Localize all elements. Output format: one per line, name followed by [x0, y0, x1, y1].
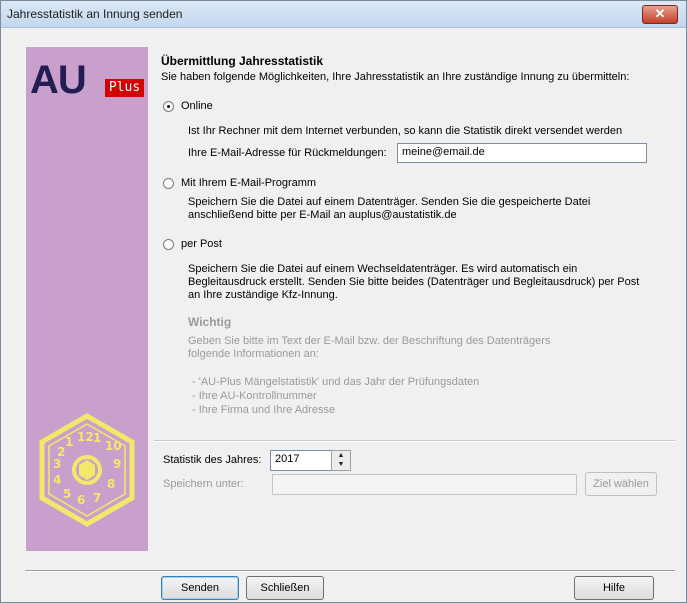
send-button[interactable]: Senden	[161, 576, 239, 600]
svg-text:7: 7	[93, 491, 101, 505]
radio-online[interactable]	[163, 101, 174, 112]
radio-post-label[interactable]: per Post	[181, 238, 222, 250]
close-window-button[interactable]: ✕	[642, 5, 678, 24]
radio-email-program-label[interactable]: Mit Ihrem E-Mail-Programm	[181, 177, 316, 189]
email-input[interactable]: meine@email.de	[397, 143, 647, 163]
svg-text:1: 1	[65, 435, 73, 449]
svg-text:8: 8	[107, 477, 115, 491]
important-item-3: - Ihre Firma und Ihre Adresse	[192, 404, 336, 416]
post-description-2: Begleitausdruck erstellt. Senden Sie bit…	[188, 276, 640, 288]
save-path-input[interactable]	[272, 474, 577, 495]
svg-text:5: 5	[63, 487, 71, 501]
radio-email-program[interactable]	[163, 178, 174, 189]
svg-text:6: 6	[77, 493, 85, 507]
svg-text:12: 12	[77, 430, 94, 444]
year-input[interactable]: 2017	[270, 450, 332, 471]
important-item-1: - 'AU-Plus Mängelstatistik' und das Jahr…	[192, 376, 480, 388]
important-line-2: folgende Informationen an:	[188, 348, 319, 360]
logo-au-text: AU	[30, 58, 87, 102]
logo-plus-badge: Plus	[105, 79, 144, 97]
divider	[154, 440, 675, 442]
svg-text:4: 4	[53, 473, 61, 487]
radio-post[interactable]	[163, 239, 174, 250]
year-label: Statistik des Jahres:	[163, 454, 262, 466]
post-description-3: an Ihre zuständige Kfz-Innung.	[188, 289, 338, 301]
svg-text:9: 9	[113, 457, 121, 471]
dialog-window: Jahresstatistik an Innung senden ✕ AU Pl…	[0, 0, 687, 603]
year-spinner[interactable]: ▲ ▼	[331, 450, 351, 471]
footer-divider	[25, 570, 675, 572]
radio-online-label[interactable]: Online	[181, 100, 213, 112]
help-button[interactable]: Hilfe	[574, 576, 654, 600]
email-program-description-1: Speichern Sie die Datei auf einem Datent…	[188, 196, 591, 208]
post-description-1: Speichern Sie die Datei auf einem Wechse…	[188, 263, 578, 275]
online-description: Ist Ihr Rechner mit dem Internet verbund…	[188, 125, 623, 137]
close-button[interactable]: Schließen	[246, 576, 324, 600]
svg-text:1: 1	[93, 431, 101, 445]
spin-up-icon[interactable]: ▲	[332, 451, 350, 460]
svg-text:3: 3	[53, 457, 61, 471]
email-program-description-2: anschließend bitte per E-Mail an auplus@…	[188, 209, 457, 221]
window-title: Jahresstatistik an Innung senden	[7, 7, 183, 21]
spin-down-icon[interactable]: ▼	[332, 460, 350, 469]
title-bar: Jahresstatistik an Innung senden ✕	[1, 1, 686, 28]
section-heading: Übermittlung Jahresstatistik	[161, 54, 324, 68]
important-heading: Wichtig	[188, 315, 232, 329]
intro-text: Sie haben folgende Möglichkeiten, Ihre J…	[161, 71, 630, 83]
svg-text:10: 10	[105, 439, 122, 453]
choose-target-button[interactable]: Ziel wählen	[585, 472, 657, 496]
save-label: Speichern unter:	[163, 478, 244, 490]
au-plus-logo: AU Plus	[30, 59, 144, 101]
pruefplakette-seal-icon: 1 12 1 1098 765 432	[39, 413, 135, 527]
email-label: Ihre E-Mail-Adresse für Rückmeldungen:	[188, 147, 387, 159]
important-item-2: - Ihre AU-Kontrollnummer	[192, 390, 317, 402]
sidebar-panel: AU Plus 1 12 1 10 9 8 765 432	[26, 47, 148, 551]
important-line-1: Geben Sie bitte im Text der E-Mail bzw. …	[188, 335, 551, 347]
svg-text:2: 2	[57, 445, 65, 459]
